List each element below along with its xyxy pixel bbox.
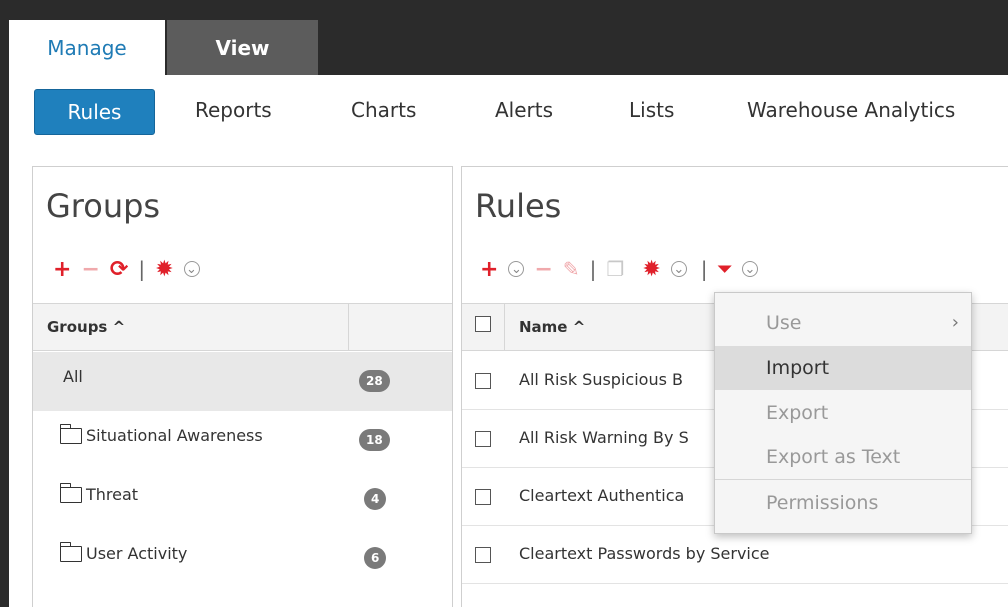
sub-nav: Rules Reports Charts Alerts Lists Wareho…: [9, 75, 1008, 164]
chevron-down-icon[interactable]: ⌄: [741, 261, 758, 277]
group-label-wrapper: User Activity: [59, 541, 188, 563]
add-icon[interactable]: +: [480, 257, 498, 282]
rules-toolbar: + ⌄ − ✎ | ❐ ✹ ⌄ | ⏷ ⌄: [480, 255, 768, 283]
column-divider: [504, 304, 505, 350]
count-badge: 4: [364, 488, 387, 510]
menu-item-use[interactable]: Use ›: [715, 301, 971, 345]
rule-name: Cleartext Passwords by Service: [519, 544, 770, 563]
folder-icon: [59, 541, 82, 562]
chevron-down-icon[interactable]: ⌄: [670, 261, 687, 277]
chevron-down-icon[interactable]: ⌄: [508, 261, 525, 277]
nav-lists[interactable]: Lists: [629, 92, 674, 128]
gear-dropdown-menu: Use › Import Export Export as Text Permi…: [714, 292, 972, 534]
copy-icon[interactable]: ❐: [606, 257, 624, 281]
row-checkbox[interactable]: [475, 373, 491, 389]
groups-panel: Groups + − ⟳ | ✹ ⌄ Groups ^ All 28 Situa…: [32, 166, 453, 607]
nav-rules[interactable]: Rules: [34, 89, 155, 135]
menu-item-permissions[interactable]: Permissions: [715, 481, 971, 525]
menu-item-export-as-text[interactable]: Export as Text: [715, 435, 971, 479]
groups-toolbar: + − ⟳ | ✹ ⌄: [53, 255, 210, 283]
row-checkbox[interactable]: [475, 431, 491, 447]
rule-name: Cleartext Authentica: [519, 486, 685, 505]
group-row-user-activity[interactable]: User Activity 6: [33, 529, 452, 588]
toolbar-separator: |: [138, 257, 146, 281]
name-column-header[interactable]: Name ^: [519, 304, 585, 350]
column-divider: [348, 304, 349, 350]
gear-icon[interactable]: ✹: [642, 257, 660, 282]
chevron-down-icon[interactable]: ⌄: [183, 261, 200, 277]
tab-view[interactable]: View: [167, 20, 318, 75]
count-badge: 6: [364, 547, 387, 569]
folder-icon: [59, 482, 82, 503]
nav-warehouse-analytics[interactable]: Warehouse Analytics: [747, 92, 955, 128]
group-label: Situational Awareness: [86, 426, 263, 445]
count-badge: 28: [359, 370, 390, 392]
gear-icon[interactable]: ✹: [155, 257, 173, 282]
select-all-checkbox[interactable]: [475, 316, 491, 332]
group-label: Threat: [86, 485, 139, 504]
menu-item-import[interactable]: Import: [715, 346, 971, 390]
nav-alerts[interactable]: Alerts: [495, 92, 553, 128]
group-label: All: [63, 367, 83, 386]
nav-charts[interactable]: Charts: [351, 92, 416, 128]
rule-name: All Risk Suspicious B: [519, 370, 683, 389]
group-row-threat[interactable]: Threat 4: [33, 470, 452, 529]
group-row-all[interactable]: All 28: [33, 352, 452, 411]
rule-row[interactable]: Cleartext Passwords by Service: [462, 526, 1008, 584]
group-label: User Activity: [86, 544, 188, 563]
toolbar-separator: |: [700, 257, 708, 281]
filter-icon[interactable]: ⏷: [718, 259, 732, 280]
left-edge: [0, 75, 9, 607]
folder-icon: [59, 423, 82, 444]
toolbar-separator: |: [589, 257, 597, 281]
refresh-icon[interactable]: ⟳: [110, 257, 128, 282]
menu-item-export[interactable]: Export: [715, 391, 971, 435]
chevron-right-icon: ›: [951, 312, 959, 333]
add-icon[interactable]: +: [53, 257, 71, 282]
rule-name: All Risk Warning By S: [519, 428, 689, 447]
tab-manage[interactable]: Manage: [9, 20, 165, 75]
row-checkbox[interactable]: [475, 489, 491, 505]
groups-title: Groups: [46, 187, 161, 225]
nav-reports[interactable]: Reports: [195, 92, 272, 128]
group-label-wrapper: Situational Awareness: [59, 423, 263, 445]
row-checkbox[interactable]: [475, 547, 491, 563]
rules-title: Rules: [475, 187, 562, 225]
menu-item-use-label: Use: [766, 312, 802, 334]
groups-column-header[interactable]: Groups ^: [47, 304, 125, 350]
group-row-situational-awareness[interactable]: Situational Awareness 18: [33, 411, 452, 470]
remove-icon[interactable]: −: [81, 257, 99, 282]
remove-icon[interactable]: −: [534, 257, 552, 282]
group-label-wrapper: Threat: [59, 482, 139, 504]
edit-icon[interactable]: ✎: [563, 257, 580, 281]
groups-table-header: Groups ^: [33, 303, 452, 351]
menu-divider: [715, 479, 971, 480]
count-badge: 18: [359, 429, 390, 451]
